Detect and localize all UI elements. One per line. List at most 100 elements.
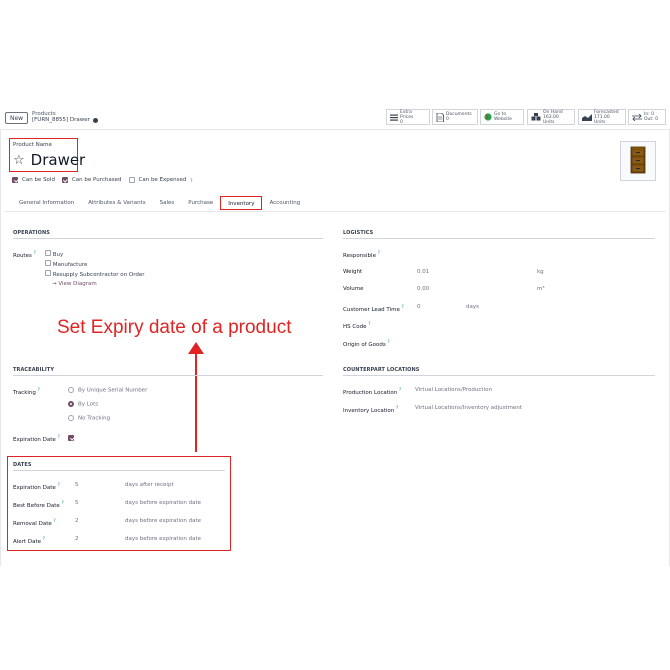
route-resupply[interactable]: Resupply Subcontractor on Order [45,270,145,278]
gear-icon[interactable] [92,117,98,123]
tracking-serial[interactable]: By Unique Serial Number [68,387,147,394]
on-hand-button[interactable]: On Hand 163.00 Units [527,109,575,125]
can-be-sold-checkbox[interactable] [12,177,18,183]
breadcrumb-current-label: [FURN_8855] Drawer [32,117,90,123]
alert-row-label: Alert Date [13,538,41,545]
help-icon[interactable]: ? [58,482,60,487]
star-icon[interactable]: ☆ [13,153,25,168]
best-before-row-label: Best Before Date [13,502,60,509]
route-buy-checkbox[interactable] [45,250,51,256]
out-count: Out: 0 [644,117,658,122]
best-before-date-input[interactable]: 5 [75,500,79,506]
routes-label-text: Routes [13,252,32,259]
help-icon[interactable]: ? [399,387,401,392]
product-flags: Can be Sold Can be Purchased Can be Expe… [12,177,193,183]
tracking-none-radio[interactable] [68,415,74,421]
help-icon[interactable]: ? [388,339,390,344]
operations-section-title: OPERATIONS [13,230,323,239]
route-manufacture[interactable]: Manufacture [45,260,87,268]
lead-time-input[interactable]: 0 [417,304,421,310]
expiration-date-row-label: Expiration Date [13,484,56,491]
alert-date-input[interactable]: 2 [75,536,79,542]
can-be-expensed-checkbox[interactable] [128,177,135,183]
list-icon [390,114,398,121]
hs-code-label: HS Code ? [343,321,370,330]
route-resupply-checkbox[interactable] [45,270,51,276]
forecasted-label: Forecasted [594,109,619,115]
tracking-serial-radio[interactable] [68,387,74,393]
tab-inventory[interactable]: Inventory [220,196,263,210]
responsible-label-text: Responsible [343,252,376,259]
weight-unit: kg [537,269,544,275]
route-manufacture-label: Manufacture [52,262,88,268]
help-icon[interactable]: ? [58,434,60,439]
on-hand-value: 163.00 Units [543,114,559,125]
alert-date-label: Alert Date ? [13,536,45,545]
volume-input[interactable]: 0.00 [417,286,429,292]
tracking-lots-label: By Lots [78,401,99,408]
inventory-location-field[interactable]: Virtual Locations/Inventory adjustment [415,405,522,411]
help-icon[interactable]: ? [396,405,398,410]
tab-general-information[interactable]: General Information [12,196,81,210]
documents-button[interactable]: Documents 0 [432,109,478,125]
best-before-date-label: Best Before Date ? [13,500,64,509]
breadcrumb-current: [FURN_8855] Drawer [32,117,98,123]
removal-date-desc: days before expiration date [125,518,202,524]
forecasted-button[interactable]: Forecasted 171.00 Units [578,109,626,125]
volume-label: Volume [343,286,364,292]
in-out-button[interactable]: In: 0 Out: 0 [628,109,666,125]
inventory-location-label-text: Inventory Location [343,407,395,414]
help-icon[interactable]: ? [402,304,404,309]
routes-label: Routes ? [13,250,36,259]
tab-accounting[interactable]: Accounting [262,196,307,210]
help-icon[interactable]: ? [43,536,45,541]
volume-unit: m³ [537,286,545,292]
expiration-date-input[interactable]: 5 [75,482,79,488]
tracking-lots-radio[interactable] [68,401,74,407]
route-buy[interactable]: Buy [45,250,63,258]
tracking-label-text: Tracking [13,389,36,396]
best-before-date-desc: days before expiration date [125,500,202,506]
new-button[interactable]: New [5,112,28,124]
production-location-field[interactable]: Virtual Locations/Production [415,387,492,393]
can-be-purchased-checkbox[interactable] [61,177,68,183]
production-location-label: Production Location ? [343,387,401,396]
route-resupply-label: Resupply Subcontractor on Order [52,272,145,278]
extra-prices-button[interactable]: Extra Prices 0 [386,109,430,125]
origin-label-text: Origin of Goods [343,341,386,348]
expiration-date-checkbox[interactable] [68,435,74,441]
tab-sales[interactable]: Sales [153,196,182,210]
counterpart-section-title: COUNTERPART LOCATIONS [343,367,655,376]
lead-time-label-text: Customer Lead Time [343,306,400,313]
route-manufacture-checkbox[interactable] [45,260,51,266]
forecasted-value: 171.00 Units [594,114,610,125]
website-line2: Website [494,117,512,122]
removal-date-input[interactable]: 2 [75,518,79,524]
view-diagram-link[interactable]: → View Diagram [52,281,97,287]
logistics-section-title: LOGISTICS [343,230,655,239]
go-to-website-button[interactable]: Go to Website [480,109,524,125]
help-icon[interactable]: ? [368,321,370,326]
help-icon[interactable]: ? [190,178,192,183]
tracking-none-label: No Tracking [78,415,111,422]
can-be-expensed-label: Can be Expensed [138,177,187,183]
tab-attributes-variants[interactable]: Attributes & Variants [81,196,152,210]
expiration-date-desc: days after receipt [125,482,174,488]
lead-time-unit: days [466,304,479,310]
help-icon[interactable]: ? [34,250,36,255]
weight-input[interactable]: 0.01 [417,269,429,275]
tab-purchase[interactable]: Purchase [181,196,220,210]
responsible-label: Responsible ? [343,250,380,259]
form-tabs: General Information Attributes & Variant… [12,196,307,210]
tracking-lots[interactable]: By Lots [68,401,98,408]
help-icon[interactable]: ? [378,250,380,255]
help-icon[interactable]: ? [38,387,40,392]
removal-row-label: Removal Date [13,520,52,527]
traceability-section-title: TRACEABILITY [13,367,323,376]
product-name-input[interactable]: Drawer [31,151,86,169]
help-icon[interactable]: ? [62,500,64,505]
product-title: ☆ Drawer [13,151,85,169]
product-image[interactable] [620,141,656,181]
help-icon[interactable]: ? [53,518,55,523]
tracking-none[interactable]: No Tracking [68,415,110,422]
